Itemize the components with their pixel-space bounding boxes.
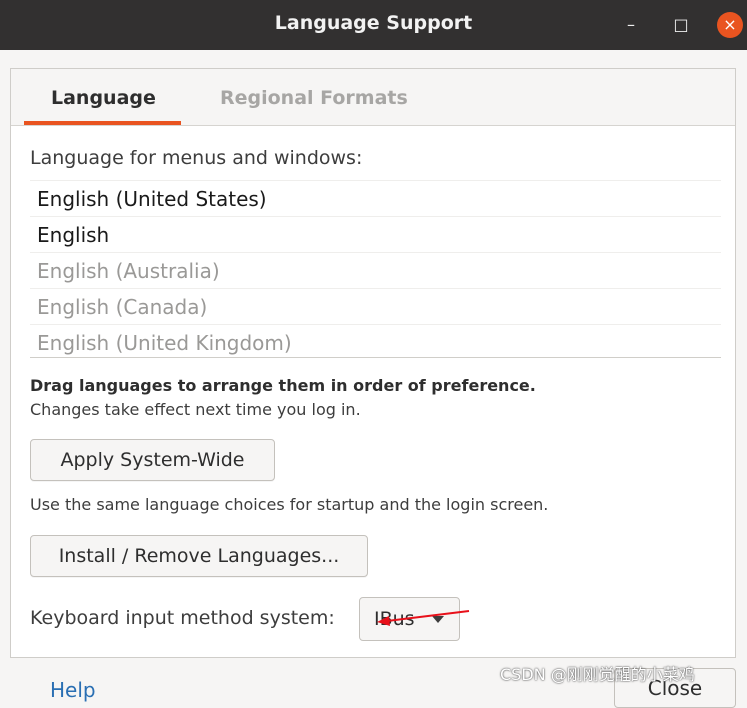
list-item-label: English: [37, 223, 110, 247]
list-item-label: English (Australia): [37, 259, 220, 283]
effect-hint: Changes take effect next time you log in…: [30, 400, 361, 419]
language-list: English (United States) English English …: [30, 180, 721, 358]
drag-hint: Drag languages to arrange them in order …: [30, 376, 536, 395]
install-remove-languages-button[interactable]: Install / Remove Languages...: [30, 535, 368, 577]
apply-system-wide-button[interactable]: Apply System-Wide: [30, 439, 275, 481]
list-item[interactable]: English: [30, 216, 721, 252]
keyboard-input-label: Keyboard input method system:: [30, 607, 335, 629]
watermark-text: CSDN @刚刚觉醒的小菜鸡: [500, 665, 695, 684]
maximize-icon[interactable]: □: [668, 12, 694, 38]
active-tab-indicator: [24, 121, 181, 125]
list-item[interactable]: English (United States): [30, 180, 721, 216]
notebook-panel: Language Regional Formats Language for m…: [10, 68, 736, 658]
help-link[interactable]: Help: [50, 678, 96, 702]
list-item-label: English (Canada): [37, 295, 208, 319]
annotation-arrow-icon: [377, 610, 470, 626]
list-item[interactable]: English (United Kingdom): [30, 324, 721, 360]
close-icon[interactable]: ×: [717, 12, 743, 38]
list-item[interactable]: English (Australia): [30, 252, 721, 288]
list-item-label: English (United Kingdom): [37, 331, 292, 355]
title-bar: Language Support – □ ×: [0, 0, 747, 50]
tab-bar: Language Regional Formats: [11, 69, 735, 126]
tab-language[interactable]: Language: [51, 87, 156, 109]
tab-regional-formats[interactable]: Regional Formats: [220, 87, 408, 109]
language-section-label: Language for menus and windows:: [30, 147, 363, 169]
list-item[interactable]: English (Canada): [30, 288, 721, 324]
apply-note: Use the same language choices for startu…: [30, 495, 549, 514]
list-item-label: English (United States): [37, 187, 267, 211]
minimize-icon[interactable]: –: [618, 12, 644, 38]
